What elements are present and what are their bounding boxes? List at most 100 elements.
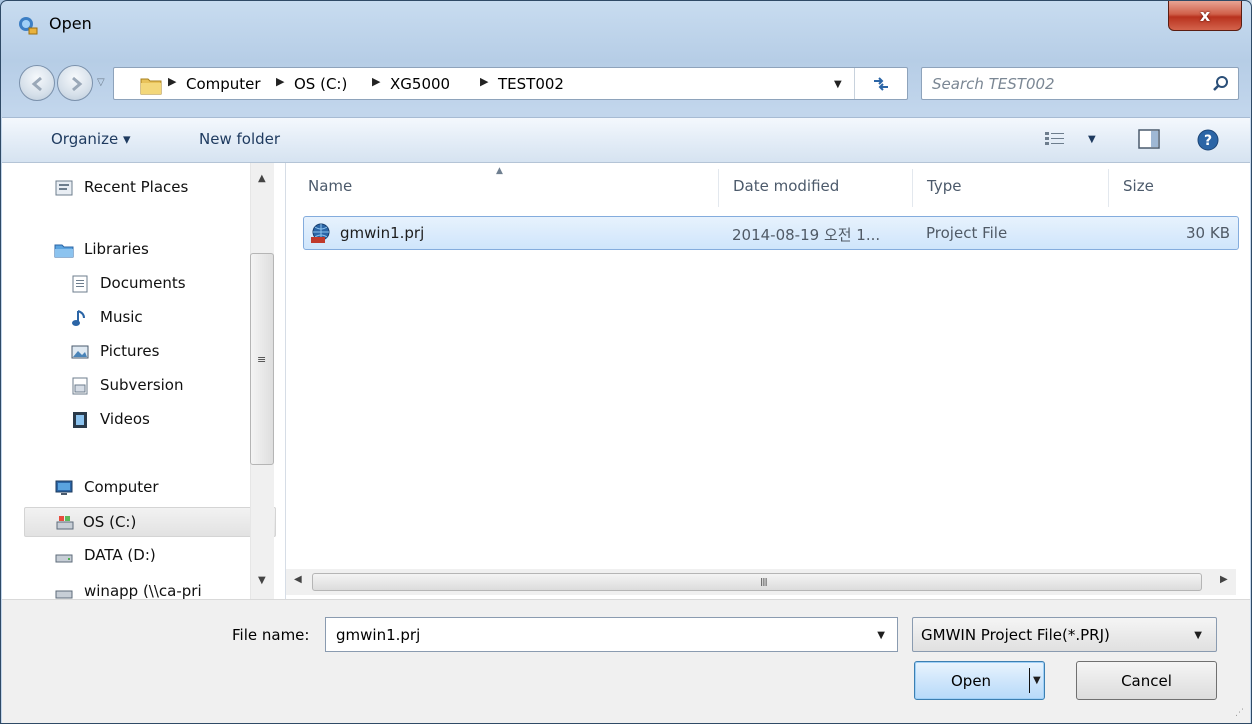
close-button[interactable]: x <box>1168 1 1242 31</box>
search-box[interactable]: Search TEST002 <box>921 67 1239 100</box>
search-icon[interactable] <box>1212 75 1230 93</box>
file-horizontal-scrollbar[interactable]: ◀ III ▶ <box>286 569 1236 595</box>
window-title: Open <box>49 14 92 33</box>
nav-item-videos[interactable]: Videos <box>70 405 280 435</box>
scroll-up-icon[interactable]: ▲ <box>258 173 266 184</box>
file-type-filter[interactable]: GMWIN Project File(*.PRJ) ▼ <box>912 617 1217 652</box>
file-name-label: File name: <box>232 626 310 644</box>
cancel-button[interactable]: Cancel <box>1076 661 1217 700</box>
nav-label: DATA (D:) <box>84 546 156 564</box>
nav-item-music[interactable]: Music <box>70 303 280 333</box>
resize-grip-icon[interactable]: ⋰ <box>1235 708 1244 718</box>
nav-item-documents[interactable]: Documents <box>70 269 280 299</box>
nav-item-winapp[interactable]: winapp (\\ca-pri <box>54 577 264 599</box>
column-header-name[interactable]: Name <box>308 177 352 195</box>
file-scroll-thumb[interactable]: III <box>312 573 1202 591</box>
nav-item-pictures[interactable]: Pictures <box>70 337 280 367</box>
nav-label: Documents <box>100 274 186 292</box>
file-name-dropdown-icon[interactable]: ▼ <box>877 630 885 641</box>
nav-label: Computer <box>84 478 159 496</box>
file-type-dropdown-icon[interactable]: ▼ <box>1194 630 1202 641</box>
breadcrumb-computer[interactable]: Computer <box>186 75 261 93</box>
column-divider[interactable] <box>912 169 913 207</box>
nav-item-os-c[interactable]: OS (C:) <box>24 507 276 537</box>
address-dropdown-icon[interactable]: ▼ <box>834 79 842 90</box>
refresh-button[interactable] <box>854 68 906 99</box>
scroll-down-icon[interactable]: ▼ <box>258 575 266 586</box>
help-icon[interactable]: ? <box>1196 128 1220 152</box>
breadcrumb-xg5000[interactable]: XG5000 <box>390 75 450 93</box>
back-button[interactable] <box>19 65 55 101</box>
folder-icon <box>140 78 162 95</box>
new-folder-button[interactable]: New folder <box>199 130 280 148</box>
network-drive-icon <box>55 590 73 599</box>
file-size: 30 KB <box>1186 224 1230 242</box>
subversion-icon <box>72 377 88 395</box>
nav-item-subversion[interactable]: Subversion <box>70 371 280 401</box>
svg-text:?: ? <box>1204 133 1212 149</box>
breadcrumb-separator-icon[interactable]: ▶ <box>372 75 380 88</box>
title-bar: Open x <box>1 1 1251 47</box>
breadcrumb-separator-icon[interactable]: ▶ <box>276 75 284 88</box>
open-button-label[interactable]: Open <box>935 672 1015 690</box>
breadcrumb-test002[interactable]: TEST002 <box>498 75 564 93</box>
nav-label: Subversion <box>100 376 184 394</box>
nav-label: Music <box>100 308 143 326</box>
nav-item-recent-places[interactable]: Recent Places <box>54 173 264 203</box>
organize-button[interactable]: Organize ▾ <box>51 130 131 148</box>
music-icon <box>72 310 85 326</box>
computer-icon <box>55 480 73 495</box>
nav-item-data-d[interactable]: DATA (D:) <box>54 541 264 571</box>
nav-item-computer[interactable]: Computer <box>54 473 264 503</box>
breadcrumb-os-c[interactable]: OS (C:) <box>294 75 347 93</box>
pictures-icon <box>71 345 89 359</box>
drive-icon <box>55 554 73 563</box>
open-dialog-icon <box>19 17 38 35</box>
nav-label: OS (C:) <box>83 513 137 531</box>
documents-icon <box>72 275 88 293</box>
column-header-date-modified[interactable]: Date modified <box>733 177 839 195</box>
nav-label: Videos <box>100 410 150 428</box>
view-options-icon[interactable] <box>1044 130 1066 148</box>
scroll-grip: III <box>760 576 768 589</box>
nav-item-libraries[interactable]: Libraries <box>54 235 264 265</box>
scroll-right-icon[interactable]: ▶ <box>1220 574 1228 585</box>
nav-label: Recent Places <box>84 178 189 196</box>
file-list: ▲ Name Date modified Type Size gmwin1.pr… <box>286 163 1250 599</box>
file-row[interactable]: gmwin1.prj 2014-08-19 오전 1... Project Fi… <box>303 216 1239 250</box>
sort-ascending-icon: ▲ <box>496 166 503 176</box>
navigation-pane: Recent Places Libraries Documents Music … <box>2 163 286 599</box>
forward-button[interactable] <box>57 65 93 101</box>
project-file-icon <box>311 223 330 243</box>
address-bar[interactable]: ▶ Computer ▶ OS (C:) ▶ XG5000 ▶ TEST002 … <box>113 67 908 100</box>
column-header-size[interactable]: Size <box>1123 177 1154 195</box>
breadcrumb-separator-icon[interactable]: ▶ <box>168 75 176 88</box>
column-divider[interactable] <box>1108 169 1109 207</box>
open-options-dropdown-icon[interactable]: ▼ <box>1033 675 1041 686</box>
refresh-icon <box>874 77 888 91</box>
videos-icon <box>73 412 87 428</box>
breadcrumb-separator-icon[interactable]: ▶ <box>480 75 488 88</box>
open-button[interactable]: Open ▼ <box>914 661 1045 700</box>
column-divider[interactable] <box>718 169 719 207</box>
column-header-type[interactable]: Type <box>927 177 961 195</box>
file-name-field[interactable]: gmwin1.prj ▼ <box>325 617 898 652</box>
drive-icon <box>56 516 74 530</box>
file-name-value[interactable]: gmwin1.prj <box>336 626 420 644</box>
file-date: 2014-08-19 오전 1... <box>732 226 881 244</box>
back-arrow-icon <box>31 76 42 92</box>
forward-arrow-icon <box>72 76 83 92</box>
open-dialog: Open x ▽ ▶ Computer ▶ OS (C:) ▶ XG5000 ▶… <box>0 0 1252 724</box>
open-split-divider <box>1029 668 1030 693</box>
file-type-filter-value[interactable]: GMWIN Project File(*.PRJ) <box>921 626 1110 644</box>
nav-label: Pictures <box>100 342 160 360</box>
preview-pane-icon[interactable] <box>1138 129 1160 149</box>
view-dropdown-icon[interactable]: ▼ <box>1088 134 1096 145</box>
recent-places-icon <box>55 180 73 196</box>
dialog-footer: File name: gmwin1.prj ▼ GMWIN Project Fi… <box>2 599 1250 723</box>
scroll-left-icon[interactable]: ◀ <box>294 574 302 585</box>
recent-locations-dropdown-icon[interactable]: ▽ <box>97 77 111 91</box>
nav-label: winapp (\\ca-pri <box>84 582 202 599</box>
search-placeholder[interactable]: Search TEST002 <box>932 75 1055 93</box>
command-toolbar: Organize ▾ New folder ▼ ? <box>2 117 1250 163</box>
